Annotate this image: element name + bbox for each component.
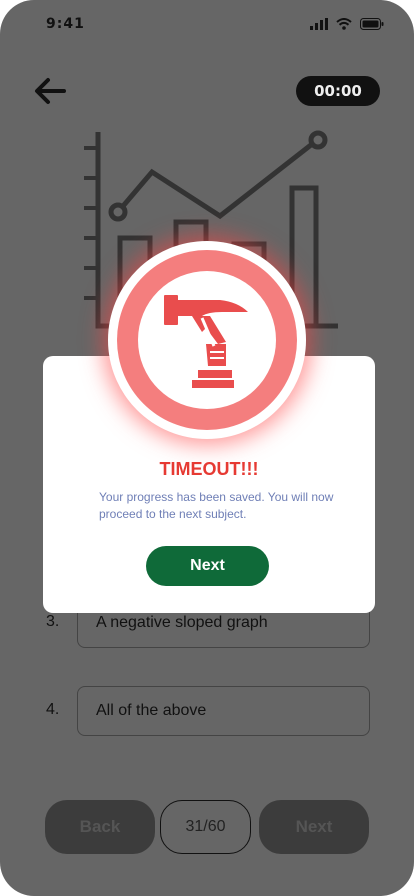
status-time: 9:41	[46, 16, 85, 32]
wifi-icon	[336, 18, 352, 30]
back-button[interactable]: Back	[45, 800, 155, 854]
timeout-badge	[108, 241, 306, 439]
countdown-timer: 00:00	[296, 76, 380, 106]
status-bar: 9:41	[0, 14, 414, 38]
quiz-screen: 9:41 00:00 3. A negative sloped graph 4.…	[0, 0, 414, 896]
answer-option-4[interactable]: 4. All of the above	[46, 686, 372, 738]
next-question-button[interactable]: Next	[259, 800, 369, 854]
back-arrow-icon[interactable]	[32, 74, 68, 108]
status-icons	[310, 18, 384, 30]
option-number: 4.	[46, 701, 60, 718]
battery-icon	[360, 18, 384, 30]
badge-ring	[117, 250, 297, 430]
modal-next-button[interactable]: Next	[146, 546, 269, 586]
option-text[interactable]: All of the above	[77, 686, 370, 736]
option-number: 3.	[46, 613, 60, 630]
modal-message: Your progress has been saved. You will n…	[99, 490, 334, 521]
badge-inner	[138, 271, 276, 409]
signal-icon	[310, 18, 328, 30]
modal-title: TIMEOUT!!!	[159, 459, 259, 479]
page-counter: 31/60	[160, 800, 251, 854]
timeout-hammer-icon	[164, 295, 248, 388]
